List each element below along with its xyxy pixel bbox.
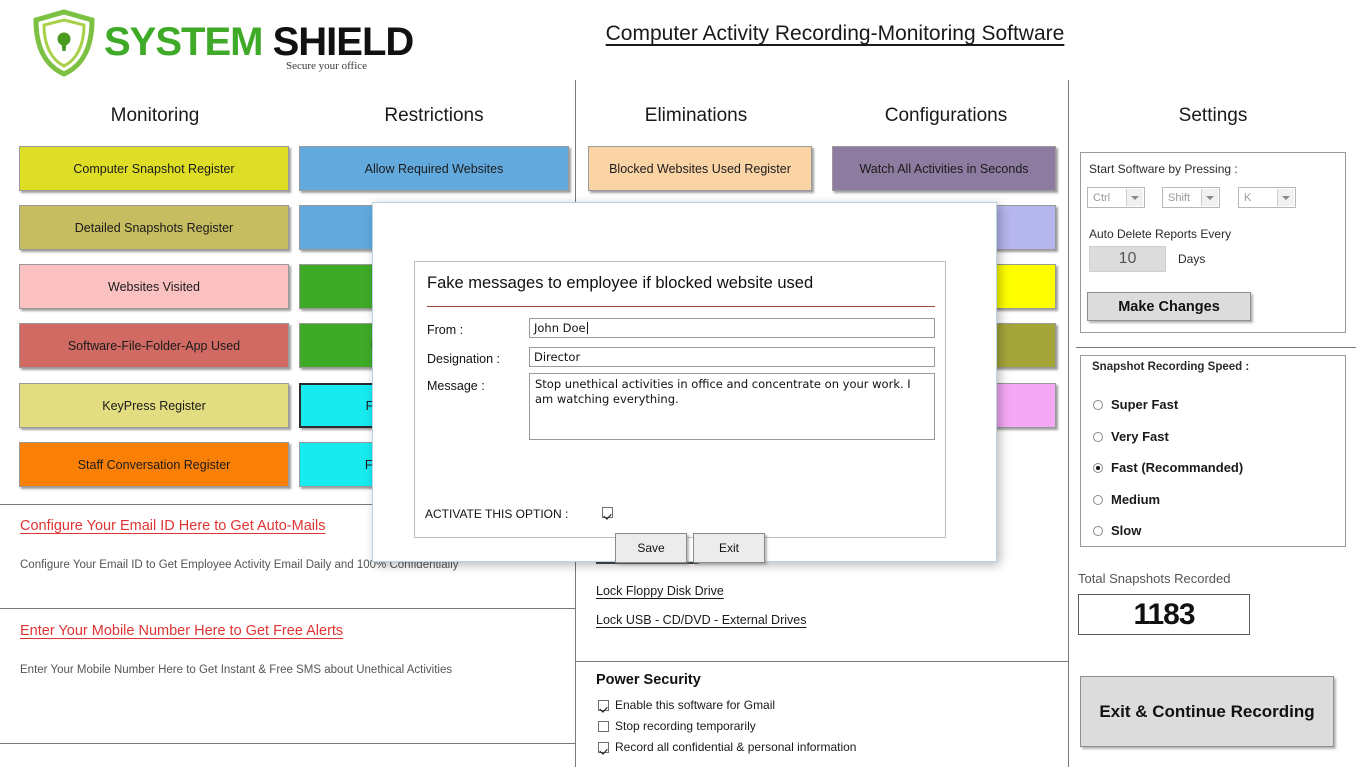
button-staff-conversation-register[interactable]: Staff Conversation Register: [19, 442, 289, 487]
divider-vertical-right: [1068, 80, 1069, 767]
link-configure-email-id[interactable]: Configure Your Email ID Here to Get Auto…: [20, 518, 325, 534]
divider-right-1: [1076, 347, 1356, 348]
shield-lock-icon: [33, 9, 95, 77]
column-heading-settings: Settings: [1178, 105, 1248, 126]
checkbox-label-stop-recording: Stop recording temporarily: [615, 719, 756, 733]
label-mobile-description: Enter Your Mobile Number Here to Get Ins…: [20, 664, 453, 676]
checkbox-record-confidential[interactable]: [598, 741, 609, 753]
button-computer-snapshot-register[interactable]: Computer Snapshot Register: [19, 146, 289, 191]
button-keypress-register[interactable]: KeyPress Register: [19, 383, 289, 428]
fake-messages-dialog: Fake messages to employee if blocked web…: [372, 202, 997, 563]
dialog-title-rule: [427, 306, 935, 307]
radio-row-slow[interactable]: Slow: [1093, 523, 1141, 538]
radio-label-medium: Medium: [1111, 492, 1161, 507]
checkbox-label-record-confidential: Record all confidential & personal infor…: [615, 740, 857, 754]
radio-row-very-fast[interactable]: Very Fast: [1093, 429, 1169, 444]
chevron-down-icon[interactable]: [1277, 189, 1294, 206]
text-caret: [586, 322, 588, 334]
label-snapshot-recording-speed: Snapshot Recording Speed :: [1092, 361, 1250, 373]
fake-messages-dialog-body: Fake messages to employee if blocked web…: [414, 261, 946, 563]
dialog-title: Fake messages to employee if blocked web…: [427, 274, 814, 292]
input-auto-delete-days[interactable]: 10: [1089, 246, 1166, 272]
column-heading-eliminations: Eliminations: [644, 105, 748, 126]
input-from[interactable]: John Doe: [529, 318, 935, 338]
label-auto-delete-reports: Auto Delete Reports Every: [1089, 227, 1232, 241]
button-software-file-folder-app-used[interactable]: Software-File-Folder-App Used: [19, 323, 289, 368]
radio-label-fast-recommanded: Fast (Recommanded): [1111, 460, 1244, 475]
radio-medium[interactable]: [1093, 494, 1103, 505]
radio-label-slow: Slow: [1111, 523, 1142, 538]
checkbox-label-enable-gmail: Enable this software for Gmail: [615, 698, 776, 712]
select-hotkey-modifier-1[interactable]: Ctrl: [1087, 187, 1145, 208]
select-hotkey-modifier-2[interactable]: Shift: [1162, 187, 1220, 208]
brand-shield: SHIELD: [262, 20, 415, 64]
input-message-value: Stop unethical activities in office and …: [535, 377, 911, 406]
radio-row-medium[interactable]: Medium: [1093, 492, 1160, 507]
checkbox-stop-recording[interactable]: [598, 720, 609, 732]
radio-row-fast-recommanded[interactable]: Fast (Recommanded): [1093, 460, 1243, 475]
input-from-value: John Doe: [534, 321, 586, 335]
radio-label-very-fast: Very Fast: [1111, 429, 1169, 444]
brand-wordmark: SYSTEM SHIELD: [104, 20, 415, 65]
checkbox-activate-this-option[interactable]: [602, 507, 613, 518]
radio-very-fast[interactable]: [1093, 431, 1103, 442]
select-hotkey-key[interactable]: K: [1238, 187, 1296, 208]
total-snapshots-value: 1183: [1133, 597, 1195, 631]
dialog-save-button[interactable]: Save: [615, 533, 687, 563]
label-days: Days: [1178, 252, 1206, 266]
link-lock-floppy-disk-drive[interactable]: Lock Floppy Disk Drive: [596, 584, 724, 598]
divider-middle-1: [576, 661, 1068, 662]
radio-fast-recommanded[interactable]: [1093, 462, 1103, 473]
button-blocked-websites-used-register[interactable]: Blocked Websites Used Register: [588, 146, 812, 191]
input-message[interactable]: Stop unethical activities in office and …: [529, 373, 935, 440]
select-hotkey-modifier-2-value: Shift: [1168, 191, 1191, 204]
make-changes-button[interactable]: Make Changes: [1087, 292, 1251, 321]
checkbox-row-stop-recording[interactable]: Stop recording temporarily: [598, 719, 756, 733]
settings-speed-panel: [1080, 355, 1346, 547]
chevron-down-icon[interactable]: [1126, 189, 1143, 206]
label-message: Message :: [427, 379, 485, 393]
select-hotkey-modifier-1-value: Ctrl: [1093, 191, 1111, 204]
total-snapshots-value-box: 1183: [1078, 594, 1250, 635]
label-activate-this-option: ACTIVATE THIS OPTION :: [425, 507, 569, 521]
exit-continue-recording-button[interactable]: Exit & Continue Recording: [1080, 676, 1334, 747]
select-hotkey-key-value: K: [1244, 191, 1252, 204]
label-start-software-by-pressing: Start Software by Pressing :: [1089, 162, 1238, 176]
dialog-exit-button[interactable]: Exit: [693, 533, 765, 563]
button-allow-required-websites[interactable]: Allow Required Websites: [299, 146, 569, 191]
radio-label-super-fast: Super Fast: [1111, 397, 1179, 412]
button-detailed-snapshots-register[interactable]: Detailed Snapshots Register: [19, 205, 289, 250]
divider-left-3: [0, 743, 575, 744]
divider-left-2: [0, 608, 575, 609]
label-designation: Designation :: [427, 352, 500, 366]
chevron-down-icon[interactable]: [1201, 189, 1218, 206]
button-websites-visited[interactable]: Websites Visited: [19, 264, 289, 309]
column-heading-configurations: Configurations: [884, 105, 1008, 126]
column-heading-monitoring: Monitoring: [110, 105, 200, 126]
checkbox-enable-gmail[interactable]: [598, 699, 609, 711]
link-lock-usb-cd-dvd-external-drives[interactable]: Lock USB - CD/DVD - External Drives: [596, 613, 806, 627]
column-heading-restrictions: Restrictions: [384, 105, 484, 126]
radio-super-fast[interactable]: [1093, 399, 1103, 410]
link-enter-mobile-number[interactable]: Enter Your Mobile Number Here to Get Fre…: [20, 623, 343, 639]
label-from: From :: [427, 323, 464, 337]
checkbox-row-record-confidential[interactable]: Record all confidential & personal infor…: [598, 740, 856, 754]
button-watch-all-activities-in-seconds[interactable]: Watch All Activities in Seconds: [832, 146, 1056, 191]
checkbox-row-enable-gmail[interactable]: Enable this software for Gmail: [598, 698, 775, 712]
brand-system: SYSTEM: [104, 20, 263, 64]
radio-slow[interactable]: [1093, 525, 1103, 536]
power-security-title: Power Security: [596, 672, 701, 688]
radio-row-super-fast[interactable]: Super Fast: [1093, 397, 1178, 412]
label-total-snapshots-recorded: Total Snapshots Recorded: [1078, 571, 1231, 586]
input-designation-value: Director: [534, 350, 581, 364]
page-title: Computer Activity Recording-Monitoring S…: [605, 22, 1065, 45]
app-logo: SYSTEM SHIELD Secure your office: [28, 6, 418, 78]
input-designation[interactable]: Director: [529, 347, 935, 367]
brand-tagline: Secure your office: [286, 60, 368, 72]
